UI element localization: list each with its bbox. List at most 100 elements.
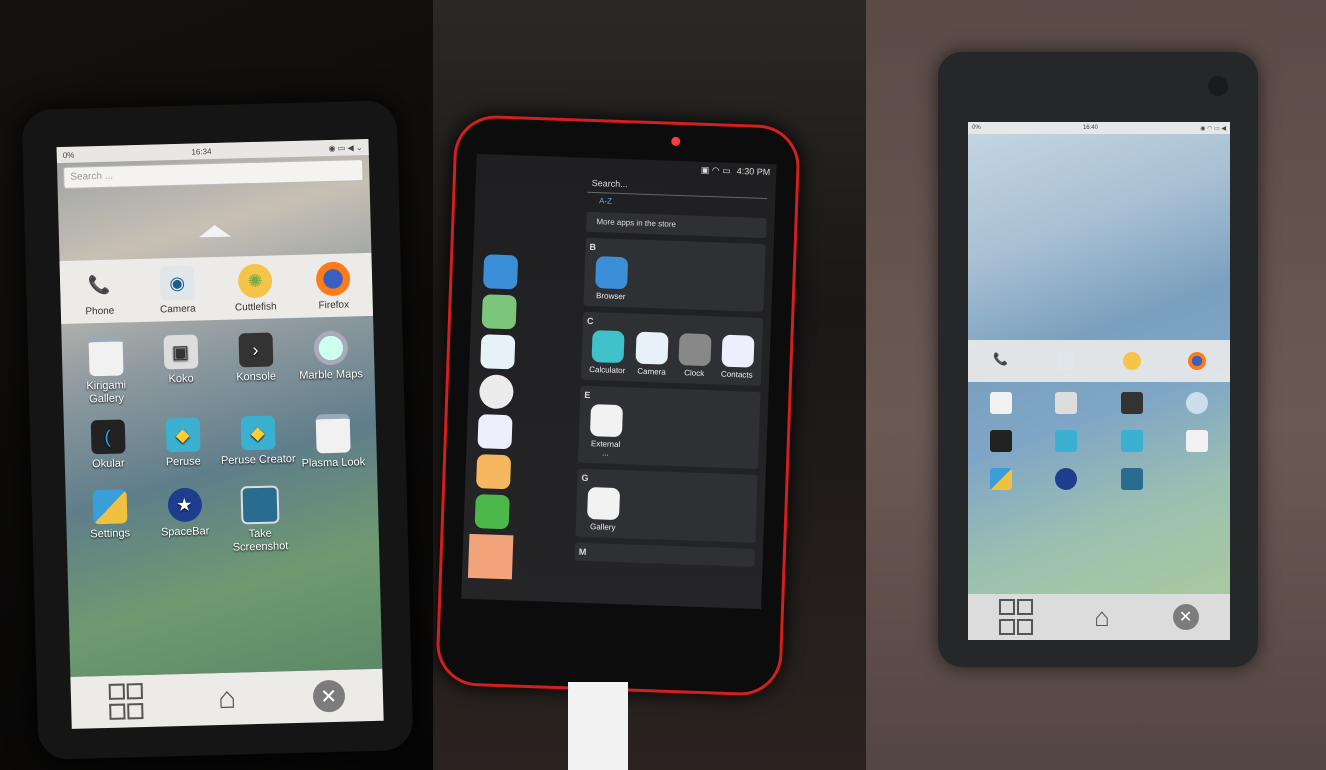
photo-plasma-mobile-phone: 0% 16:34 ◉ ▭ ◀ ⌄ Search ... 📞 Phone ◉ Ca…	[0, 0, 433, 770]
app-label: Okular	[91, 457, 125, 471]
app-spacebar[interactable]: ★ SpaceBar	[147, 487, 224, 557]
expand-up-icon[interactable]	[198, 224, 231, 238]
search-input[interactable]: Search ...	[63, 159, 364, 189]
app-external[interactable]: External ...	[586, 404, 626, 458]
camera-lens	[671, 136, 681, 147]
terminal-icon: ›	[237, 332, 273, 368]
phone-body: 0% 16:34 ◉ ▭ ◀ ⌄ Search ... 📞 Phone ◉ Ca…	[21, 100, 414, 760]
notes-icon[interactable]	[476, 454, 512, 490]
firefox-icon	[1188, 351, 1207, 370]
app-okular[interactable]: ( Okular	[70, 419, 146, 477]
app-settings[interactable]: Settings	[72, 489, 149, 559]
app-konsole[interactable]	[1099, 392, 1165, 416]
window-icon	[315, 413, 351, 454]
fav-phone[interactable]: 📞	[976, 352, 1026, 371]
close-icon[interactable]: ✕	[312, 679, 346, 713]
app-okular[interactable]	[968, 430, 1034, 454]
fav-firefox[interactable]: Firefox	[298, 261, 369, 312]
clock-icon	[678, 333, 712, 367]
fav-label: Cuttlefish	[234, 301, 277, 314]
app-settings[interactable]	[968, 468, 1034, 492]
settings-icon	[989, 468, 1012, 490]
fav-cuttlefish[interactable]	[1107, 351, 1157, 371]
app-camera[interactable]: Camera	[635, 331, 669, 377]
section-m: M	[574, 542, 756, 567]
section-letter: M	[578, 546, 587, 557]
app-plasma-look[interactable]: Plasma Look	[295, 413, 371, 471]
app-label: Peruse Creator	[220, 452, 296, 467]
app-peruse-creator[interactable]	[1099, 430, 1165, 454]
screenshot-icon	[239, 485, 279, 525]
app-spacebar[interactable]	[1034, 468, 1100, 492]
app-marble-maps[interactable]: Marble Maps	[292, 330, 369, 401]
status-icons: ◉ ◠ ▭ ◀	[1200, 125, 1226, 132]
app-peruse[interactable]: ◆ Peruse	[145, 417, 221, 475]
cuttlefish-icon	[1122, 351, 1141, 370]
app-label: SpaceBar	[160, 525, 210, 539]
app-label: Plasma Look	[301, 456, 366, 470]
photo-icon	[1055, 392, 1078, 414]
files-icon[interactable]	[481, 294, 517, 330]
app-grid-icon[interactable]	[999, 599, 1034, 635]
browser-icon	[595, 256, 629, 290]
clock-label: 4:30 PM	[736, 166, 771, 178]
fav-camera[interactable]	[1041, 351, 1091, 371]
app-label: Gallery	[589, 522, 616, 532]
camera-icon	[1057, 351, 1076, 370]
camera-icon	[635, 331, 669, 365]
fav-firefox[interactable]	[1172, 351, 1222, 371]
store-link[interactable]: More apps in the store	[586, 211, 767, 239]
app-calculator[interactable]: Calculator	[589, 330, 627, 375]
app-peruse-creator[interactable]: ◆ Peruse Creator	[220, 415, 296, 473]
section-e: E External ...	[577, 385, 761, 469]
fav-phone[interactable]: 📞 Phone	[64, 267, 135, 318]
peruse-creator-icon	[1120, 430, 1143, 452]
app-marble-maps[interactable]	[1165, 392, 1231, 416]
app-clock[interactable]: Clock	[678, 333, 712, 378]
home-icon[interactable]: ⌂	[218, 682, 237, 716]
app-kirigami-gallery[interactable]	[968, 392, 1034, 416]
app-label: Take Screenshot	[232, 527, 289, 554]
app-label: Settings	[90, 527, 131, 541]
app-take-screenshot[interactable]	[1099, 468, 1165, 492]
contacts-icon	[721, 334, 755, 368]
app-label: External ...	[590, 439, 621, 458]
app-label: Camera	[637, 366, 666, 377]
window-icon	[1186, 430, 1209, 452]
okular-icon: (	[90, 419, 126, 455]
clock-label: 16:34	[191, 146, 212, 157]
okular-icon	[989, 430, 1012, 452]
fav-camera[interactable]: ◉ Camera	[142, 265, 213, 316]
app-kirigami-gallery[interactable]: Kirigami Gallery	[68, 336, 145, 407]
browser-icon[interactable]	[483, 254, 519, 290]
app-plasma-look[interactable]	[1165, 430, 1231, 454]
app-label: Kirigami Gallery	[86, 379, 127, 406]
ubuntu-logo-icon[interactable]	[467, 533, 514, 580]
contacts-icon[interactable]	[477, 414, 513, 450]
app-grid-icon[interactable]	[108, 683, 144, 720]
settings-icon[interactable]	[478, 374, 514, 410]
usb-cable	[568, 682, 628, 770]
home-icon[interactable]: ⌂	[1094, 602, 1110, 633]
app-contacts[interactable]: Contacts	[720, 334, 755, 380]
app-label: Contacts	[720, 369, 753, 380]
app-label: Peruse	[165, 455, 201, 469]
app-label: Clock	[684, 368, 705, 378]
app-take-screenshot[interactable]: Take Screenshot	[221, 485, 298, 555]
app-gallery[interactable]: Gallery	[584, 487, 624, 532]
app-label: Konsole	[236, 370, 277, 384]
camera-icon[interactable]	[480, 334, 516, 370]
phone-icon[interactable]	[474, 494, 510, 530]
fav-cuttlefish[interactable]: ✺ Cuttlefish	[220, 263, 291, 314]
app-peruse[interactable]	[1034, 430, 1100, 454]
app-koko[interactable]: ▣ Koko	[143, 334, 220, 405]
clock-label: 16:40	[1082, 125, 1098, 131]
app-konsole[interactable]: › Konsole	[217, 332, 294, 403]
globe-icon	[1186, 392, 1209, 414]
close-icon[interactable]: ✕	[1172, 604, 1199, 630]
phone-body: ▣ ◠ ▭ 4:30 PM Search... A-Z More apps in…	[435, 114, 801, 697]
app-browser[interactable]: Browser	[592, 256, 632, 301]
cuttlefish-icon: ✺	[237, 263, 273, 299]
app-koko[interactable]	[1034, 392, 1100, 416]
firefox-icon	[315, 261, 351, 297]
